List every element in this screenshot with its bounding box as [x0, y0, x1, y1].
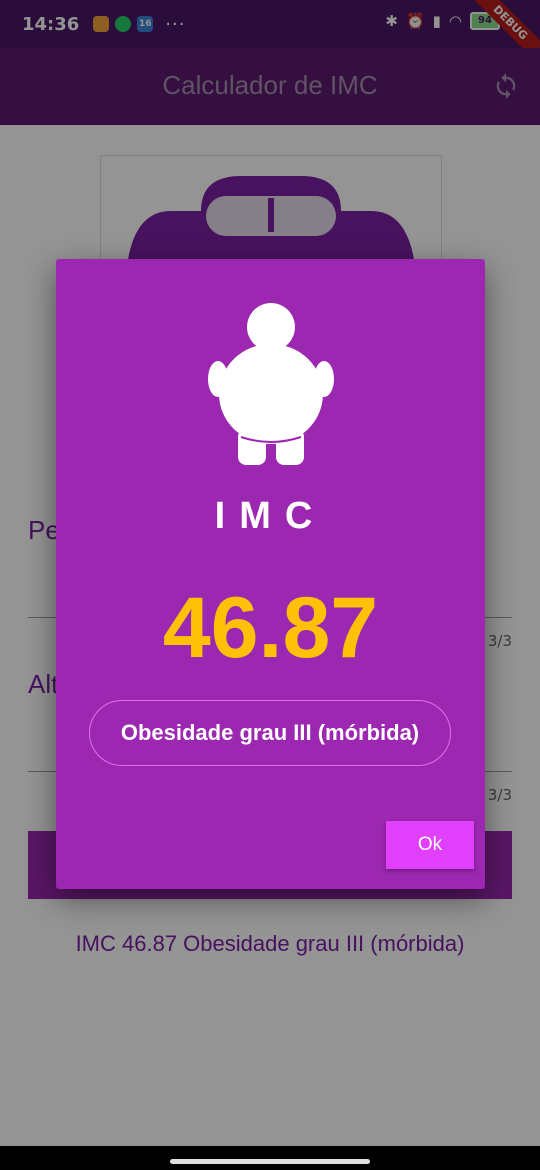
bmi-category-badge: Obesidade grau III (mórbida) [89, 700, 451, 766]
bmi-category-text: Obesidade grau III (mórbida) [120, 720, 420, 745]
system-nav-bar [0, 1146, 540, 1170]
obese-person-icon [208, 303, 334, 465]
ok-button[interactable]: Ok [386, 821, 474, 869]
imc-value: 46.87 [162, 580, 379, 676]
dialog-title: IMC [214, 495, 327, 537]
home-indicator[interactable] [170, 1159, 370, 1164]
imc-result-dialog: IMC 46.87 Obesidade grau III (mórbida) O… [56, 259, 485, 889]
